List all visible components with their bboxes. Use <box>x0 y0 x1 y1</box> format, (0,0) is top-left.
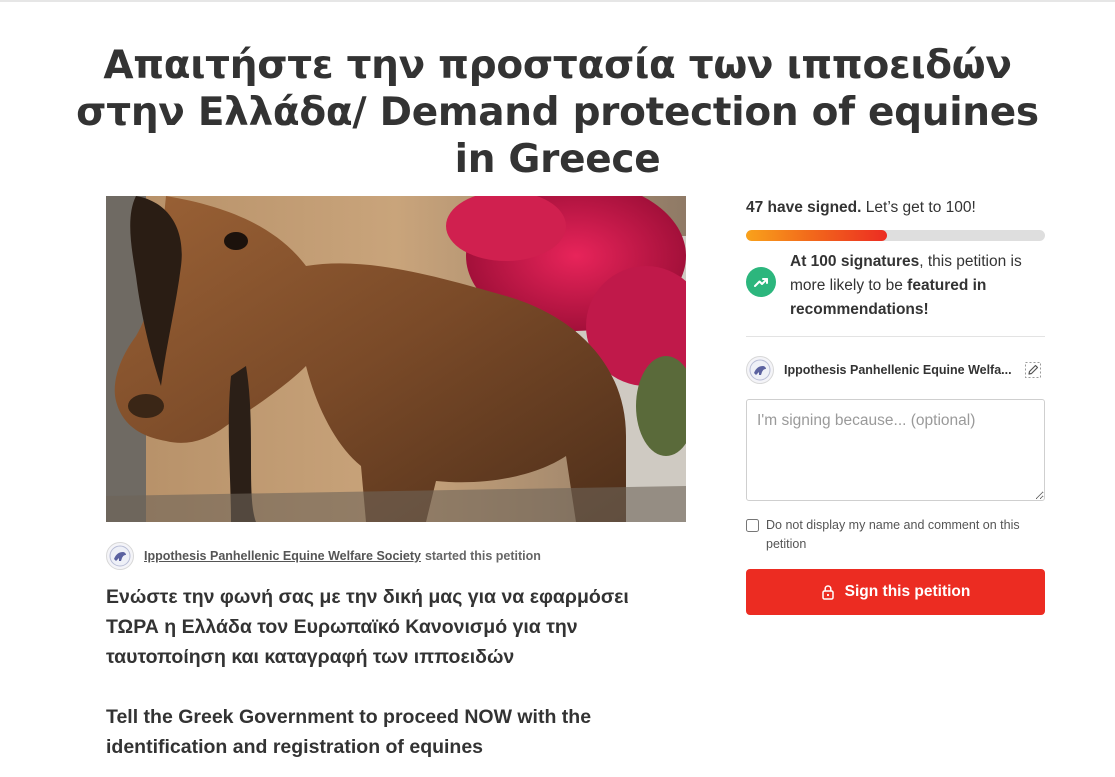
petition-starter: Ippothesis Panhellenic Equine Welfare So… <box>106 542 541 570</box>
comment-field[interactable] <box>746 399 1045 501</box>
milestone-message: At 100 signatures, this petition is more… <box>746 250 1045 322</box>
description-english: Tell the Greek Government to proceed NOW… <box>106 706 592 758</box>
description-greek: Ενώστε την φωνή σας με την δική μας για … <box>106 586 629 668</box>
signature-panel: 47 have signed. Let’s get to 100! At 100… <box>746 196 1045 615</box>
page-title: Απαιτήστε την προστασία των ιπποειδών στ… <box>76 43 1039 182</box>
trending-up-icon <box>746 267 776 297</box>
pencil-icon[interactable] <box>1021 358 1045 382</box>
signature-count: 47 have signed. Let’s get to 100! <box>746 196 1045 220</box>
signature-count-number: 47 have signed. <box>746 199 862 216</box>
petition-description: Ενώστε την φωνή σας με την δική μας για … <box>106 582 686 777</box>
signer-identity: Ippothesis Panhellenic Equine Welfa... <box>746 355 1045 385</box>
organization-link[interactable]: Ippothesis Panhellenic Equine Welfare So… <box>144 549 421 563</box>
top-divider <box>0 0 1115 2</box>
hide-name-option: Do not display my name and comment on th… <box>746 516 1045 554</box>
panel-divider <box>746 336 1045 337</box>
horse-logo-icon <box>109 545 131 567</box>
signer-name: Ippothesis Panhellenic Equine Welfa... <box>784 363 1012 377</box>
signature-goal: Let’s get to 100! <box>865 199 976 216</box>
signature-progress-bar <box>746 230 1045 241</box>
starter-action-text: started this petition <box>424 549 541 563</box>
hide-name-label[interactable]: Do not display my name and comment on th… <box>766 516 1045 554</box>
petition-hero-image <box>106 196 686 522</box>
milestone-lead: At 100 signatures <box>790 253 920 270</box>
horse-logo-icon <box>749 359 771 381</box>
horse-photo <box>106 196 686 522</box>
sign-button-label: Sign this petition <box>844 583 971 600</box>
signature-progress-fill <box>746 230 887 241</box>
signer-avatar <box>746 356 774 384</box>
hide-name-checkbox[interactable] <box>746 519 759 532</box>
milestone-text: At 100 signatures, this petition is more… <box>790 250 1045 322</box>
organization-avatar <box>106 542 134 570</box>
sign-petition-button[interactable]: Sign this petition <box>746 569 1045 615</box>
lock-icon <box>821 585 834 600</box>
